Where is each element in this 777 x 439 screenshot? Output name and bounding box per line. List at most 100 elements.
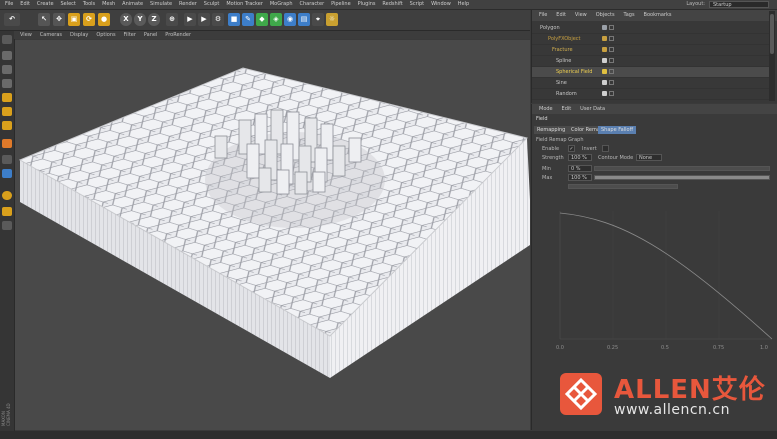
- am-menu-mode[interactable]: Mode: [539, 104, 553, 114]
- texture-mode-icon[interactable]: [2, 65, 12, 74]
- pen-button[interactable]: ✎: [242, 13, 254, 26]
- select-tool-button[interactable]: ↖: [38, 13, 50, 26]
- coord-system-button[interactable]: ⊕: [166, 13, 178, 26]
- tab-shape-falloff[interactable]: Shape Falloff: [598, 126, 637, 134]
- model-mode-icon[interactable]: [2, 51, 12, 60]
- scale-tool-button[interactable]: ▣: [68, 13, 80, 26]
- object-visibility-checkbox[interactable]: [609, 58, 614, 63]
- om-menu-objects[interactable]: Objects: [596, 10, 615, 21]
- layout-select[interactable]: Startup: [709, 1, 769, 8]
- allen-logo-icon: [558, 371, 604, 417]
- undo-button[interactable]: ↶: [4, 13, 20, 26]
- om-menu-edit[interactable]: Edit: [556, 10, 566, 21]
- points-mode-icon[interactable]: [2, 93, 12, 102]
- workplane-icon[interactable]: [2, 79, 12, 88]
- vp-menu-cameras[interactable]: Cameras: [40, 31, 62, 39]
- scene-button[interactable]: ▤: [298, 13, 310, 26]
- render-view-button[interactable]: ▶: [184, 13, 196, 26]
- axis-mode-icon[interactable]: [2, 155, 12, 164]
- camera-button[interactable]: ⌖: [312, 13, 324, 26]
- om-menu-view[interactable]: View: [575, 10, 587, 21]
- light-button[interactable]: ☼: [326, 13, 338, 26]
- om-menu-file[interactable]: File: [539, 10, 547, 21]
- 3d-viewport[interactable]: [15, 40, 530, 430]
- enable-checkbox[interactable]: ✓: [568, 145, 575, 152]
- axis-x-button[interactable]: X: [120, 13, 132, 26]
- object-visibility-checkbox[interactable]: [609, 47, 614, 52]
- menu-mograph[interactable]: MoGraph: [270, 0, 293, 9]
- vp-menu-panel[interactable]: Panel: [144, 31, 158, 39]
- object-manager-scrollbar[interactable]: [769, 11, 775, 101]
- cube-button[interactable]: ■: [228, 13, 240, 26]
- lock-workplane-icon[interactable]: [2, 207, 12, 216]
- vp-menu-options[interactable]: Options: [96, 31, 115, 39]
- object-visibility-checkbox[interactable]: [609, 25, 614, 30]
- min-slider[interactable]: [594, 166, 770, 171]
- tweak-mode-icon[interactable]: [2, 169, 12, 178]
- menu-motion-tracker[interactable]: Motion Tracker: [226, 0, 263, 9]
- menu-redshift[interactable]: Redshift: [382, 0, 402, 9]
- object-visibility-checkbox[interactable]: [609, 69, 614, 74]
- object-row[interactable]: Fracture: [532, 45, 770, 56]
- object-row[interactable]: Sine: [532, 78, 770, 89]
- subdivision-button[interactable]: ◆: [256, 13, 268, 26]
- object-row-selected[interactable]: Spherical Field: [532, 67, 770, 78]
- menu-character[interactable]: Character: [299, 0, 324, 9]
- menu-sculpt[interactable]: Sculpt: [204, 0, 220, 9]
- am-menu-user-data[interactable]: User Data: [580, 104, 605, 114]
- min-input[interactable]: 0 %: [568, 165, 592, 172]
- deformer-button[interactable]: ◉: [284, 13, 296, 26]
- vp-menu-filter[interactable]: Filter: [124, 31, 136, 39]
- om-menu-bookmarks[interactable]: Bookmarks: [644, 10, 672, 21]
- scrollbar-thumb[interactable]: [770, 14, 774, 54]
- tab-remapping[interactable]: Remapping: [534, 126, 569, 134]
- move-tool-button[interactable]: ✥: [53, 13, 65, 26]
- snap-icon[interactable]: [2, 139, 12, 148]
- menu-window[interactable]: Window: [431, 0, 451, 9]
- max-slider[interactable]: [594, 175, 770, 180]
- om-menu-tags[interactable]: Tags: [624, 10, 635, 21]
- render-picture-button[interactable]: ▶: [198, 13, 210, 26]
- menu-pipeline[interactable]: Pipeline: [331, 0, 351, 9]
- object-row[interactable]: PolyFXObject: [532, 34, 770, 45]
- object-row[interactable]: Spline: [532, 56, 770, 67]
- axis-y-button[interactable]: Y: [134, 13, 146, 26]
- menu-render[interactable]: Render: [179, 0, 197, 9]
- menu-edit[interactable]: Edit: [20, 0, 30, 9]
- array-button[interactable]: ◈: [270, 13, 282, 26]
- menu-plugins[interactable]: Plugins: [358, 0, 376, 9]
- menu-file[interactable]: File: [5, 0, 13, 9]
- object-visibility-checkbox[interactable]: [609, 80, 614, 85]
- render-settings-button[interactable]: ⚙: [212, 13, 224, 26]
- live-select-button[interactable]: ●: [98, 13, 110, 26]
- menu-animate[interactable]: Animate: [122, 0, 143, 9]
- object-visibility-checkbox[interactable]: [609, 36, 614, 41]
- planar-workplane-icon[interactable]: [2, 221, 12, 230]
- object-row[interactable]: Random: [532, 89, 770, 100]
- menu-help[interactable]: Help: [458, 0, 469, 9]
- make-editable-icon[interactable]: [2, 35, 12, 44]
- axis-z-button[interactable]: Z: [148, 13, 160, 26]
- strength-input[interactable]: 100 %: [568, 154, 592, 161]
- menu-mesh[interactable]: Mesh: [102, 0, 115, 9]
- max-input[interactable]: 100 %: [568, 174, 592, 181]
- am-menu-edit[interactable]: Edit: [562, 104, 572, 114]
- vp-menu-prorender[interactable]: ProRender: [165, 31, 191, 39]
- vp-menu-view[interactable]: View: [20, 31, 32, 39]
- rotate-tool-button[interactable]: ⟳: [83, 13, 95, 26]
- remap-graph[interactable]: 0.0 0.25 0.5 0.75 1.0: [552, 209, 774, 354]
- edges-mode-icon[interactable]: [2, 107, 12, 116]
- object-visibility-checkbox[interactable]: [609, 91, 614, 96]
- contour-mode-select[interactable]: None: [636, 154, 662, 161]
- menu-select[interactable]: Select: [60, 0, 75, 9]
- menu-simulate[interactable]: Simulate: [150, 0, 172, 9]
- object-row[interactable]: Polygon: [532, 23, 770, 34]
- solo-icon[interactable]: [2, 191, 12, 200]
- invert-checkbox[interactable]: [602, 145, 609, 152]
- vp-menu-display[interactable]: Display: [70, 31, 88, 39]
- menu-tools[interactable]: Tools: [83, 0, 95, 9]
- menu-script[interactable]: Script: [410, 0, 425, 9]
- remap-slider[interactable]: [568, 184, 678, 189]
- polygons-mode-icon[interactable]: [2, 121, 12, 130]
- menu-create[interactable]: Create: [37, 0, 54, 9]
